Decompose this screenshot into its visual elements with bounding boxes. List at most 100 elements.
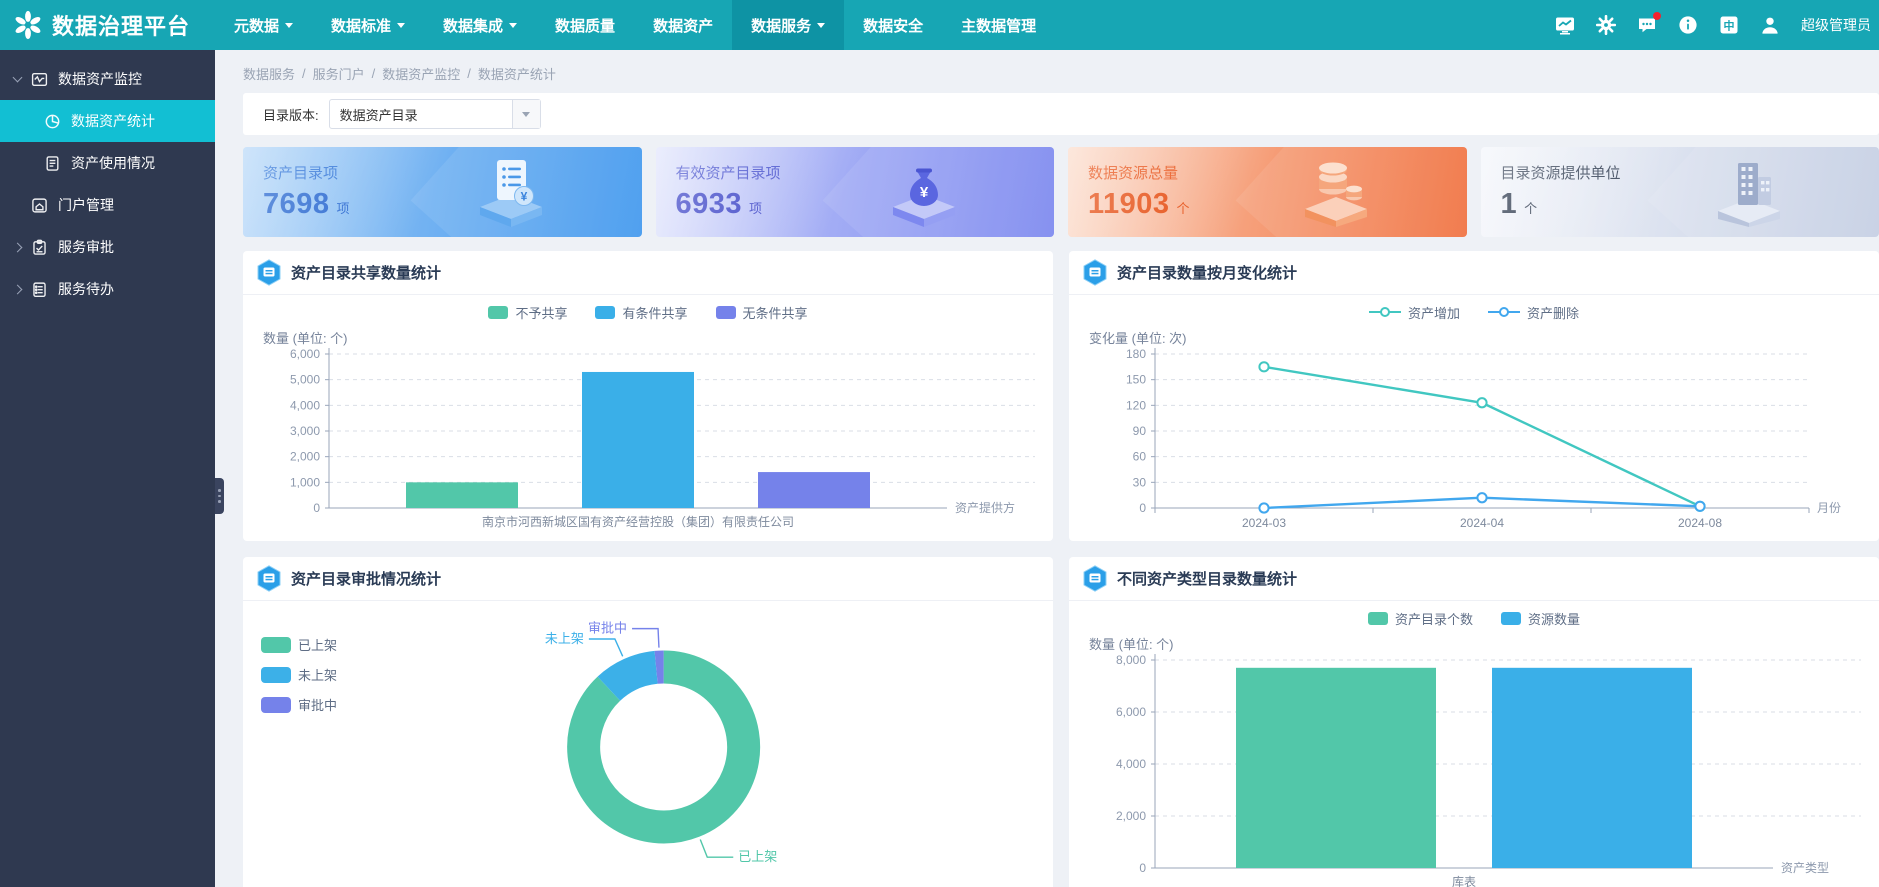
monitor-chart-icon[interactable] (1555, 15, 1575, 35)
todo-list-icon (31, 281, 48, 298)
document-icon (44, 155, 61, 172)
stat-cards-row: 资产目录项 7698项 ¥ 有效资产目录项 6933项 ¥ 数据资源总量 119… (243, 147, 1879, 237)
legend-item[interactable]: 已上架 (261, 635, 337, 654)
svg-text:资产类型: 资产类型 (1781, 861, 1829, 875)
stat-card-unit: 个 (1177, 201, 1191, 216)
current-user-name[interactable]: 超级管理员 (1801, 15, 1871, 35)
asset-type-bar-chart: 资产目录个数资源数量数量 (单位: 个)02,0004,0006,0008,00… (1083, 605, 1865, 855)
sidebar-item-asset-usage[interactable]: 资产使用情况 (0, 142, 215, 184)
svg-text:月份: 月份 (1817, 501, 1841, 515)
svg-text:0: 0 (313, 501, 320, 515)
legend-item[interactable]: 资源数量 (1501, 609, 1580, 628)
caret-down-icon (817, 23, 825, 32)
breadcrumb: 数据服务/ 服务门户/ 数据资产监控/ 数据资产统计 (243, 64, 1879, 83)
stat-card-value: 11903 (1088, 188, 1170, 220)
svg-text:4,000: 4,000 (290, 398, 320, 412)
svg-text:5,000: 5,000 (290, 373, 320, 387)
svg-text:资产提供方: 资产提供方 (955, 500, 1015, 515)
chevron-right-icon (13, 284, 23, 294)
panel-monthly-change: 资产目录数量按月变化统计 资产增加资产删除变化量 (单位: 次)03060901… (1069, 251, 1879, 541)
legend-item[interactable]: 有条件共享 (595, 303, 687, 322)
settings-gear-icon[interactable] (1596, 15, 1616, 35)
catalog-version-select[interactable]: 数据资产目录 (329, 99, 541, 129)
svg-text:2,000: 2,000 (290, 450, 320, 464)
stat-card-provider-units[interactable]: 目录资源提供单位 1个 (1481, 147, 1879, 237)
stat-card-valid-catalog-items[interactable]: 有效资产目录项 6933 项 ¥ (656, 147, 1055, 237)
nav-item-quality[interactable]: 数据质量 (536, 0, 634, 50)
bar-chart-svg: 02,0004,0006,0008,000资产类型库表 (1083, 652, 1865, 887)
hexagon-box-icon (1083, 565, 1107, 592)
share-count-bar-chart: 不予共享有条件共享无条件共享数量 (单位: 个)01,0002,0003,000… (257, 299, 1039, 495)
portal-home-icon (31, 197, 48, 214)
breadcrumb-item[interactable]: 数据资产监控 (382, 64, 460, 83)
top-navigation-bar: 数据治理平台 元数据 数据标准 数据集成 数据质量 数据资产 数据服务 数据安全… (0, 0, 1879, 50)
y-axis-label: 数量 (单位: 个) (1089, 634, 1865, 652)
stat-card-catalog-items[interactable]: 资产目录项 7698项 ¥ (243, 147, 642, 237)
stat-card-value: 7698 (263, 188, 330, 220)
svg-text:¥: ¥ (521, 190, 528, 204)
breadcrumb-item[interactable]: 数据服务 (243, 64, 295, 83)
legend-item[interactable]: 审批中 (261, 695, 337, 714)
svg-text:6,000: 6,000 (1116, 705, 1146, 719)
svg-text:3,000: 3,000 (290, 424, 320, 438)
money-bag-icon: ¥ (879, 155, 969, 227)
stat-card-title: 资产目录项 (263, 162, 622, 183)
svg-text:4,000: 4,000 (1116, 757, 1146, 771)
stat-card-unit: 个 (1524, 201, 1538, 216)
svg-text:库表: 库表 (1452, 874, 1476, 887)
svg-text:1,000: 1,000 (290, 475, 320, 489)
stat-card-resource-total[interactable]: 数据资源总量 11903个 (1068, 147, 1467, 237)
chart-legend: 资产目录个数 资源数量 (1083, 605, 1865, 631)
sidebar-item-portal-management[interactable]: 门户管理 (0, 184, 215, 226)
sidebar-resize-handle[interactable] (215, 478, 224, 514)
nav-item-integration[interactable]: 数据集成 (424, 0, 536, 50)
main-menu: 元数据 数据标准 数据集成 数据质量 数据资产 数据服务 数据安全 主数据管理 (215, 0, 1055, 50)
sidebar-item-service-approval[interactable]: 服务审批 (0, 226, 215, 268)
pie-chart-icon (44, 113, 61, 130)
svg-text:中: 中 (1724, 18, 1735, 32)
messages-icon[interactable] (1637, 15, 1657, 35)
svg-text:150: 150 (1126, 373, 1146, 387)
svg-text:未上架: 未上架 (545, 631, 584, 646)
legend-item[interactable]: 资产目录个数 (1368, 609, 1473, 628)
nav-item-security[interactable]: 数据安全 (844, 0, 942, 50)
chevron-spacer (14, 202, 21, 209)
chart-legend: 不予共享 有条件共享 无条件共享 (257, 299, 1039, 325)
nav-item-masterdata[interactable]: 主数据管理 (942, 0, 1055, 50)
panel-share-count: 资产目录共享数量统计 不予共享有条件共享无条件共享数量 (单位: 个)01,00… (243, 251, 1053, 541)
panel-title: 不同资产类型目录数量统计 (1117, 568, 1297, 589)
nav-item-assets[interactable]: 数据资产 (634, 0, 732, 50)
caret-down-icon (285, 23, 293, 32)
info-icon[interactable] (1678, 15, 1698, 35)
stat-card-title: 有效资产目录项 (676, 162, 1035, 183)
sidebar-item-asset-monitor[interactable]: 数据资产监控 (0, 58, 215, 100)
breadcrumb-item[interactable]: 服务门户 (313, 64, 365, 83)
chevron-right-icon (13, 242, 23, 252)
legend-item[interactable]: 不予共享 (488, 303, 567, 322)
sidebar-item-label: 资产使用情况 (71, 153, 155, 173)
legend-item[interactable]: 资产增加 (1369, 303, 1460, 322)
user-icon[interactable] (1760, 15, 1780, 35)
svg-text:8,000: 8,000 (1116, 653, 1146, 667)
nav-item-services[interactable]: 数据服务 (732, 0, 844, 50)
sidebar-item-service-todo[interactable]: 服务待办 (0, 268, 215, 310)
donut-chart-svg: 已上架未上架审批中 (257, 605, 1039, 887)
filter-bar: 目录版本: 数据资产目录 (243, 93, 1879, 135)
svg-text:120: 120 (1126, 398, 1146, 412)
hexagon-box-icon (1083, 259, 1107, 286)
legend-item[interactable]: 未上架 (261, 665, 337, 684)
bar-chart-svg: 01,0002,0003,0004,0005,0006,000资产提供方南京市河… (257, 346, 1039, 541)
legend-item[interactable]: 无条件共享 (716, 303, 808, 322)
nav-item-metadata[interactable]: 元数据 (215, 0, 312, 50)
app-logo-icon (12, 9, 44, 41)
main-content: 数据服务/ 服务门户/ 数据资产监控/ 数据资产统计 目录版本: 数据资产目录 … (215, 50, 1879, 887)
breadcrumb-item[interactable]: 数据资产统计 (478, 64, 556, 83)
legend-item[interactable]: 资产删除 (1488, 303, 1579, 322)
svg-text:2024-08: 2024-08 (1678, 516, 1722, 530)
language-zh-icon[interactable]: 中 (1719, 15, 1739, 35)
stat-card-value: 6933 (676, 188, 743, 220)
sidebar-item-asset-statistics[interactable]: 数据资产统计 (0, 100, 215, 142)
nav-item-standards[interactable]: 数据标准 (312, 0, 424, 50)
catalog-version-label: 目录版本: (263, 105, 319, 124)
stat-card-unit: 项 (749, 201, 763, 216)
